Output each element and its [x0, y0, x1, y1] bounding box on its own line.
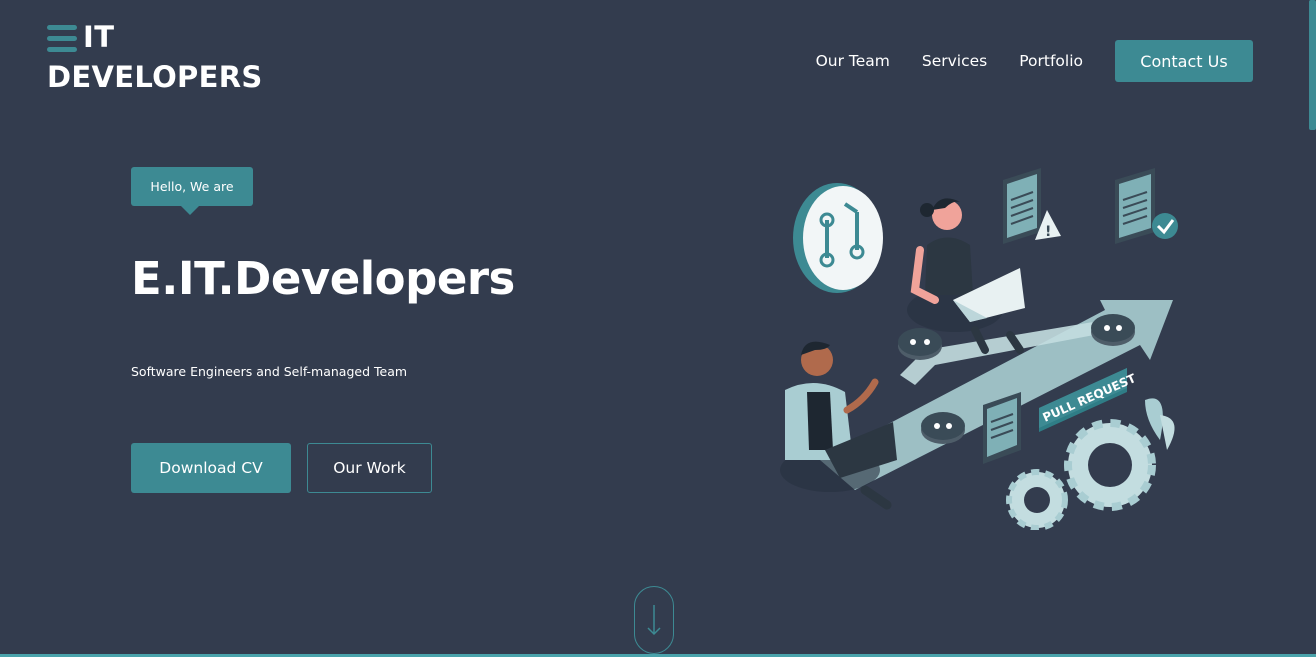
hamburger-icon[interactable] — [47, 23, 77, 52]
logo-text-line1: IT — [83, 20, 115, 54]
page-scrollbar[interactable] — [1309, 0, 1316, 130]
download-cv-button[interactable]: Download CV — [131, 443, 291, 493]
nav-link-our-team[interactable]: Our Team — [816, 52, 890, 70]
scroll-down-button[interactable] — [634, 586, 674, 654]
team-illustration: ! PULL REQUEST — [780, 168, 1178, 530]
hero-title: E.IT.Developers — [131, 252, 515, 305]
arrow-down-icon — [647, 605, 661, 636]
main-nav: Our Team Services Portfolio Contact Us — [816, 40, 1253, 82]
hero-subtitle: Software Engineers and Self-managed Team — [131, 364, 408, 379]
logo-top-row: IT — [47, 20, 263, 54]
nav-link-services[interactable]: Services — [922, 52, 987, 70]
page: IT DEVELOPERS Our Team Services Portfoli… — [0, 0, 1316, 657]
greeting-badge: Hello, We are — [131, 167, 253, 215]
contact-us-button[interactable]: Contact Us — [1115, 40, 1253, 82]
site-logo[interactable]: IT DEVELOPERS — [47, 20, 263, 94]
nav-link-portfolio[interactable]: Portfolio — [1019, 52, 1083, 70]
our-work-button[interactable]: Our Work — [307, 443, 432, 493]
logo-text-line2: DEVELOPERS — [47, 60, 263, 94]
svg-text:!: ! — [1045, 224, 1051, 240]
